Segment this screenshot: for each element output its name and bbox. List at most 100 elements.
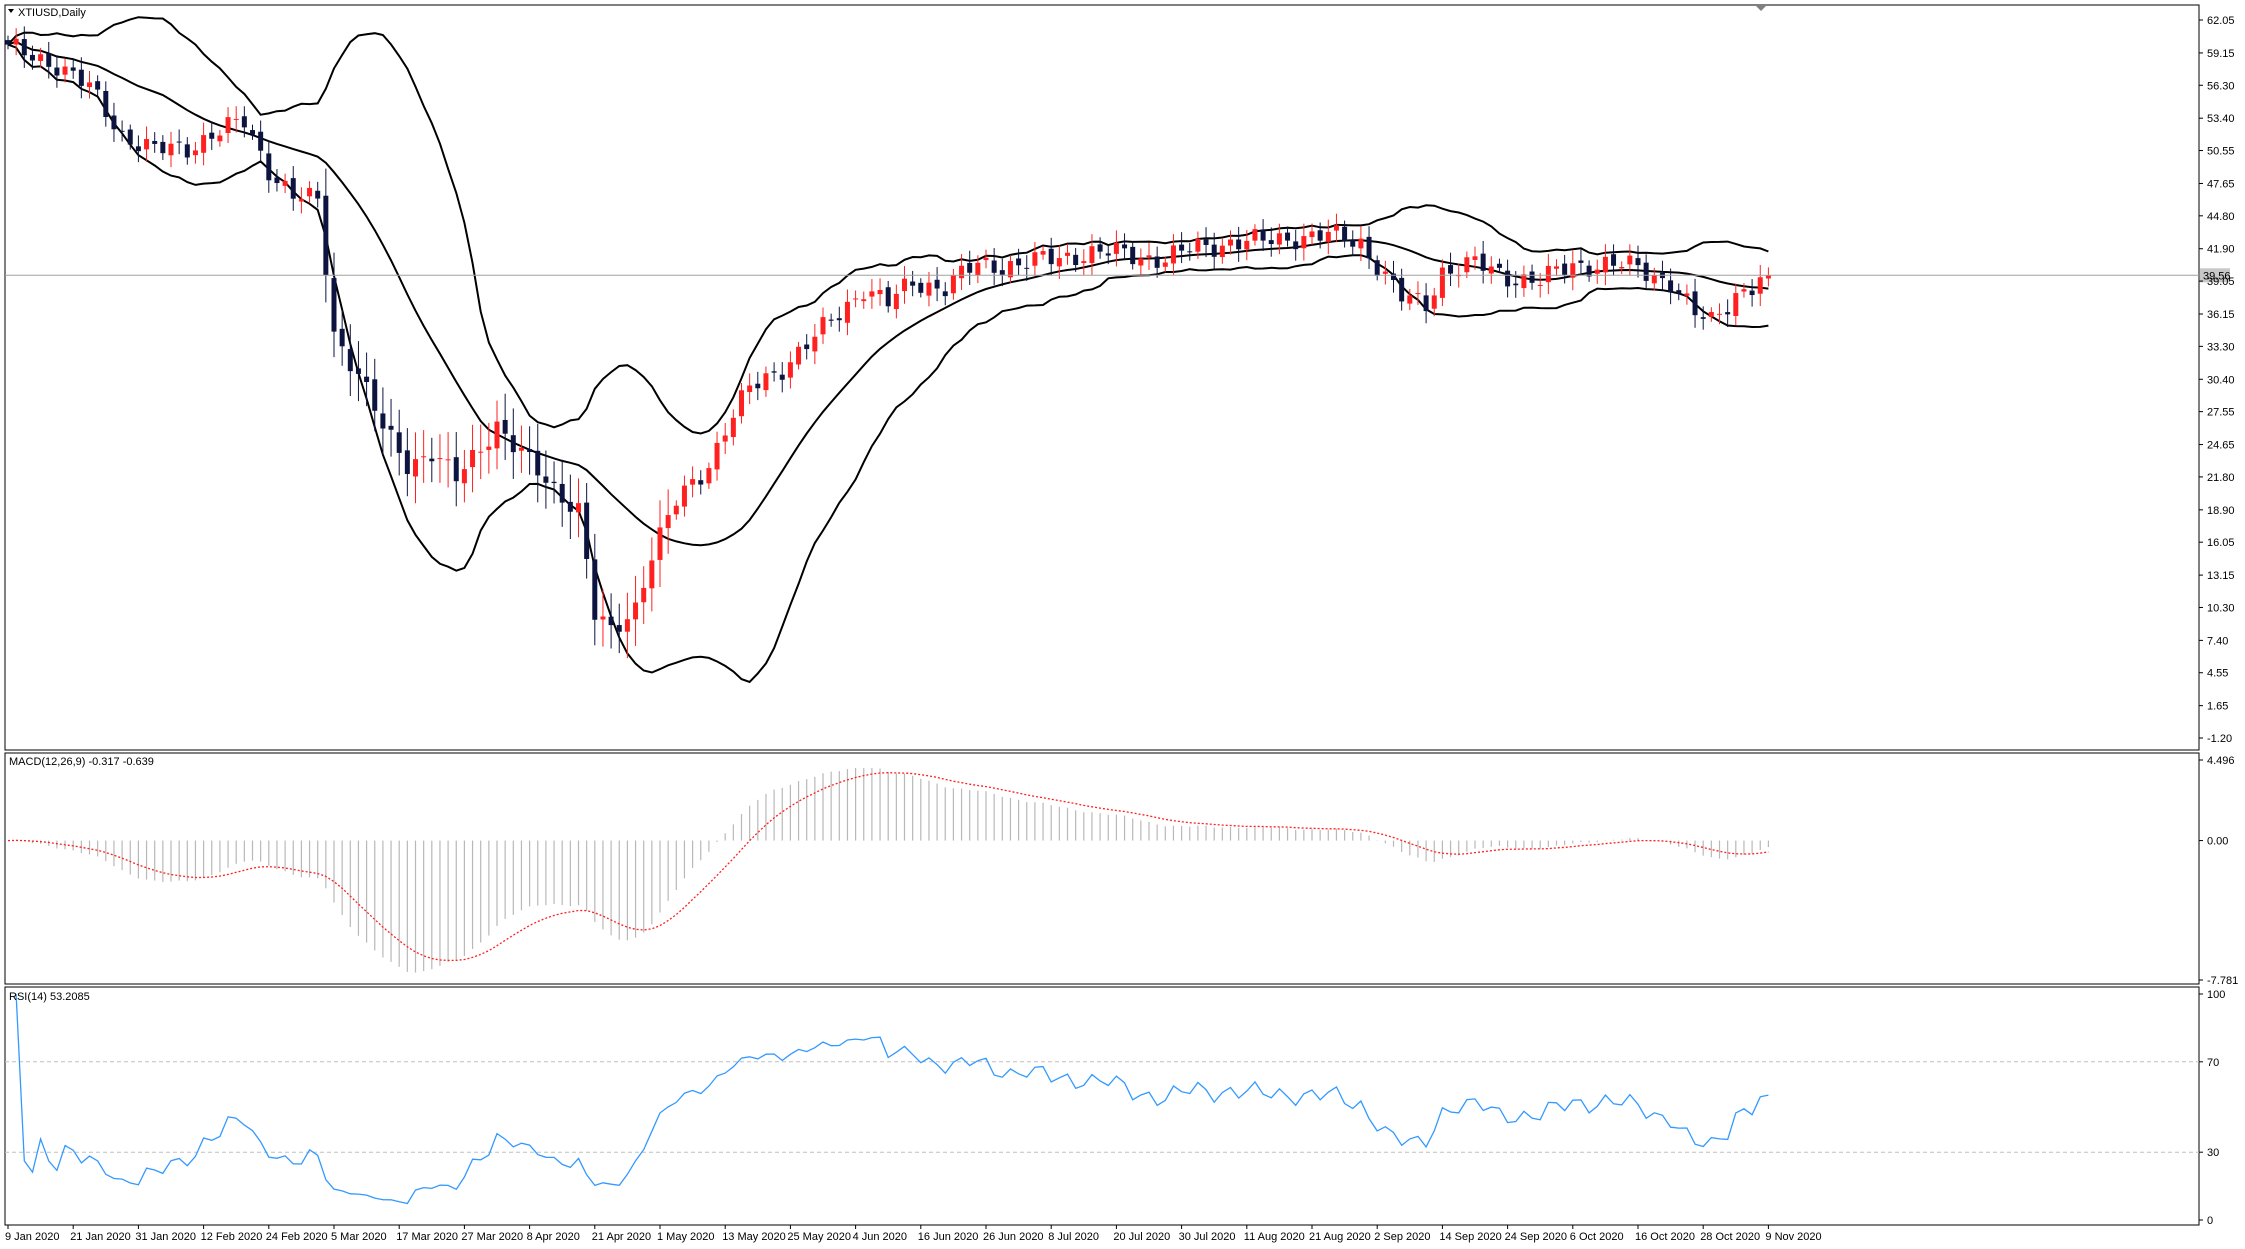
candle-body — [584, 502, 590, 559]
candle-body — [1350, 239, 1356, 247]
price-tick-label: 7.40 — [2207, 635, 2228, 647]
price-tick-label: 41.90 — [2207, 244, 2235, 256]
candle-body — [559, 483, 565, 503]
time-tick-label: 5 Mar 2020 — [331, 1231, 387, 1243]
candle-body — [1252, 229, 1258, 241]
time-tick-label: 8 Jul 2020 — [1048, 1231, 1099, 1243]
candle-body — [388, 425, 394, 430]
price-tick-label: 50.55 — [2207, 146, 2235, 158]
candle-body — [1073, 254, 1079, 266]
candle-body — [1496, 263, 1502, 268]
candle-body — [421, 456, 427, 458]
time-tick-label: 20 Jul 2020 — [1113, 1231, 1170, 1243]
candle-body — [706, 468, 712, 484]
candle-body — [470, 449, 476, 468]
time-tick-label: 24 Sep 2020 — [1505, 1231, 1567, 1243]
candle-body — [518, 447, 524, 451]
candle-body — [1065, 252, 1070, 256]
candle-body — [690, 479, 696, 485]
candle-body — [665, 515, 671, 529]
macd-tick-label: -7.781 — [2207, 975, 2238, 987]
candle-body — [461, 469, 467, 484]
candle-body — [1016, 258, 1022, 266]
rsi-tick-label: 70 — [2207, 1057, 2219, 1069]
candle-body — [380, 413, 386, 429]
candle-body — [396, 432, 402, 453]
candle-body — [1562, 263, 1568, 275]
candle-body — [576, 503, 581, 513]
candle-body — [1130, 246, 1136, 265]
macd-title: MACD(12,26,9) -0.317 -0.639 — [9, 756, 154, 768]
time-tick-label: 21 Apr 2020 — [592, 1231, 651, 1243]
candle-body — [1749, 290, 1755, 296]
candle-body — [657, 527, 663, 560]
candle-body — [926, 282, 932, 296]
candle-body — [1146, 255, 1152, 258]
candle-body — [315, 190, 321, 199]
time-tick-label: 6 Oct 2020 — [1570, 1231, 1624, 1243]
candle-body — [250, 130, 255, 135]
chart-title: XTIUSD,Daily — [18, 7, 86, 19]
candle-body — [1089, 246, 1095, 264]
candle-body — [331, 278, 337, 332]
candle-body — [787, 362, 793, 378]
candle-body — [1472, 256, 1478, 260]
candle-body — [1521, 274, 1527, 289]
candle-body — [1195, 238, 1201, 252]
candle-body — [355, 368, 361, 374]
candle-body — [820, 317, 826, 335]
candle-body — [1529, 271, 1535, 283]
candle-body — [258, 131, 264, 151]
candle-body — [160, 141, 166, 154]
candle-body — [1056, 258, 1062, 267]
candle-body — [608, 616, 614, 626]
candle-body — [1170, 245, 1176, 264]
candle-body — [5, 40, 11, 45]
time-tick-label: 14 Sep 2020 — [1439, 1231, 1501, 1243]
candle-body — [1236, 239, 1242, 250]
candle-body — [233, 118, 239, 120]
time-tick-label: 21 Aug 2020 — [1309, 1231, 1371, 1243]
candle-body — [1358, 238, 1364, 249]
time-tick-label: 2 Sep 2020 — [1374, 1231, 1430, 1243]
candle-body — [1700, 317, 1706, 319]
price-tick-label: 62.05 — [2207, 15, 2235, 27]
candle-body — [1203, 239, 1209, 245]
candle-body — [1741, 289, 1747, 292]
price-tick-label: -1.20 — [2207, 733, 2232, 745]
candle-body — [1048, 248, 1054, 265]
candle-body — [959, 265, 965, 279]
candle-body — [1676, 290, 1682, 294]
candle-body — [853, 298, 859, 300]
candle-body — [494, 421, 500, 449]
candle-body — [1040, 251, 1046, 255]
price-tick-label: 47.65 — [2207, 178, 2235, 190]
rsi-tick-label: 100 — [2207, 989, 2225, 1001]
candle-body — [592, 559, 598, 620]
candle-body — [1333, 225, 1339, 231]
price-tick-label: 27.55 — [2207, 407, 2235, 419]
time-tick-label: 31 Jan 2020 — [135, 1231, 196, 1243]
candle-body — [1448, 265, 1454, 274]
time-tick-label: 26 Jun 2020 — [983, 1231, 1044, 1243]
price-tick-label: 16.05 — [2207, 537, 2235, 549]
candle-body — [1513, 283, 1519, 286]
candle-body — [1668, 280, 1674, 293]
candle-body — [804, 344, 810, 350]
candle-body — [722, 435, 728, 442]
candle-body — [437, 458, 443, 460]
macd-tick-label: 4.496 — [2207, 755, 2235, 767]
candle-body — [1097, 244, 1103, 252]
candle-body — [54, 67, 60, 76]
candle-body — [217, 135, 223, 142]
candle-body — [95, 81, 101, 90]
candle-body — [510, 435, 516, 453]
candle-body — [1717, 313, 1722, 315]
price-tick-label: 36.15 — [2207, 309, 2235, 321]
time-tick-label: 24 Feb 2020 — [266, 1231, 328, 1243]
time-tick-label: 4 Jun 2020 — [853, 1231, 907, 1243]
candle-body — [323, 195, 329, 276]
candle-body — [1684, 293, 1690, 296]
candle-body — [934, 279, 940, 289]
candle-body — [1113, 242, 1119, 254]
